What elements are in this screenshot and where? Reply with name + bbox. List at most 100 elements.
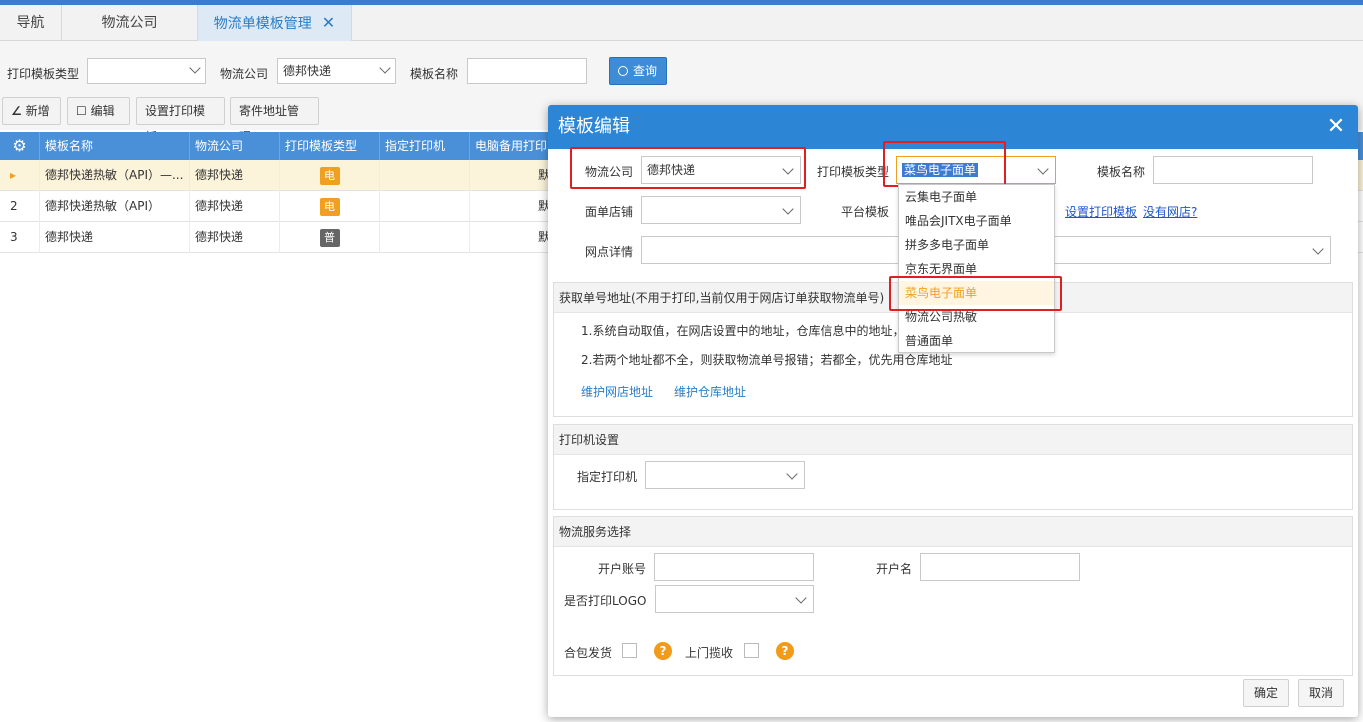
set-template-link[interactable]: 设置打印模板 [1065, 203, 1137, 220]
button-label: 取消 [1309, 686, 1334, 700]
button-label: 确定 [1254, 686, 1279, 700]
tab-label: 物流单模板管理 [213, 16, 312, 32]
dropdown-option[interactable]: 拼多多电子面单 [899, 233, 1054, 257]
company-label: 物流公司 [220, 67, 269, 81]
cell-template-name: 德邦快递 [40, 222, 190, 253]
maintain-warehouse-address-link[interactable]: 维护仓库地址 [674, 383, 746, 400]
shop-label: 面单店铺 [585, 205, 634, 219]
edit-icon: ☐ [76, 104, 87, 118]
tab-template-management[interactable]: 物流单模板管理 ✕ [198, 5, 352, 41]
chevron-down-icon [1037, 163, 1049, 175]
add-button[interactable]: ∠ 新增 [2, 97, 61, 125]
help-icon[interactable]: ? [776, 642, 794, 660]
printer-label: 指定打印机 [577, 470, 638, 484]
column-header[interactable]: 物流公司 [190, 132, 280, 160]
ok-button[interactable]: 确定 [1243, 679, 1290, 707]
filter-bar: 打印模板类型 物流公司 德邦快递 模板名称 查询 [0, 41, 1363, 94]
print-logo-select[interactable] [655, 585, 814, 613]
type-badge: 普 [319, 229, 340, 247]
edit-button[interactable]: ☐ 编辑 [67, 97, 130, 125]
template-name-label: 模板名称 [410, 67, 459, 81]
print-type-dropdown: 云集电子面单 唯品会JITX电子面单 拼多多电子面单 京东无界面单 菜鸟电子面单… [898, 184, 1055, 353]
help-icon[interactable]: ? [654, 642, 672, 660]
platform-template-label: 平台模板 [841, 205, 890, 219]
cell-printer [380, 191, 470, 222]
column-header[interactable]: 指定打印机 [380, 132, 470, 160]
row-index: 2 [0, 191, 40, 222]
holder-label: 开户名 [876, 562, 913, 576]
chevron-down-icon [189, 62, 201, 74]
no-shop-link[interactable]: 没有网店? [1143, 203, 1197, 220]
type-badge: 电 [319, 198, 340, 216]
button-label: 新增 [25, 104, 50, 118]
cell-company: 德邦快递 [190, 191, 280, 222]
row-index: 3 [0, 222, 40, 253]
dropdown-option[interactable]: 唯品会JITX电子面单 [899, 209, 1054, 233]
cell-company: 德邦快递 [190, 222, 280, 253]
select-value: 德邦快递 [283, 64, 332, 78]
cell-template-name: 德邦快递热敏（API） [40, 191, 190, 222]
query-button[interactable]: 查询 [609, 57, 667, 85]
template-name-input[interactable] [467, 58, 587, 84]
column-header[interactable]: 打印模板类型 [280, 132, 380, 160]
holder-input[interactable] [920, 553, 1080, 581]
highlight-box [889, 276, 1062, 311]
address-rule-1: 1.系统自动取值，在网店设置中的地址，仓库信息中的地址， [581, 324, 905, 338]
dialog-title: 模板编辑 [558, 116, 630, 137]
account-input[interactable] [654, 553, 814, 581]
sender-address-button[interactable]: 寄件地址管理 [230, 97, 319, 144]
chevron-down-icon [379, 62, 391, 74]
cell-company: 德邦快递 [190, 160, 280, 191]
merge-shipment-label: 合包发货 [564, 646, 613, 660]
pencil-icon: ∠ [11, 104, 22, 118]
close-icon[interactable]: ✕ [1324, 113, 1348, 141]
template-name-label: 模板名称 [1097, 165, 1146, 179]
chevron-down-icon [782, 203, 794, 215]
cell-printer [380, 222, 470, 253]
cell-backup: 默 [537, 168, 550, 182]
set-print-template-button[interactable]: 设置打印模板 [136, 97, 225, 144]
merge-shipment-checkbox[interactable] [622, 643, 637, 658]
cell-template-name: 德邦快递热敏（API）—... [40, 160, 190, 191]
button-label: 编辑 [90, 104, 115, 118]
chevron-down-icon [795, 592, 807, 604]
row-indicator: ▸ [0, 160, 40, 191]
cell-type: 电 [280, 160, 380, 191]
account-label: 开户账号 [598, 562, 647, 576]
close-tab-icon[interactable]: ✕ [322, 13, 335, 32]
type-badge: 电 [319, 167, 340, 185]
highlight-box [883, 141, 1006, 187]
section-title: 物流服务选择 [554, 517, 1352, 547]
chevron-down-icon [786, 468, 798, 480]
dropdown-option[interactable]: 云集电子面单 [899, 185, 1054, 209]
tab-bar: 导航 物流公司 物流单模板管理 ✕ [0, 5, 1363, 41]
print-type-select[interactable] [87, 58, 206, 84]
door-pickup-checkbox[interactable] [744, 643, 759, 658]
printer-select[interactable] [645, 461, 805, 489]
search-icon [618, 66, 628, 76]
address-rule-2: 2.若两个地址都不全，则获取物流单号报错；若都全，优先用仓库地址 [581, 353, 953, 367]
cell-backup: 默 [537, 230, 550, 244]
maintain-shop-address-link[interactable]: 维护网店地址 [581, 383, 653, 400]
cell-type: 普 [280, 222, 380, 253]
outlet-label: 网点详情 [585, 245, 634, 259]
shop-select[interactable] [641, 196, 801, 224]
settings-gear-icon[interactable]: ⚙ [0, 132, 40, 160]
tab-logistics-company[interactable]: 物流公司 [62, 5, 198, 41]
template-name-input[interactable] [1153, 156, 1313, 184]
dropdown-option[interactable]: 普通面单 [899, 329, 1054, 353]
print-type-label: 打印模板类型 [817, 165, 890, 179]
section-title: 打印机设置 [554, 425, 1352, 455]
button-label: 查询 [633, 64, 658, 78]
print-logo-label: 是否打印LOGO [564, 594, 647, 608]
door-pickup-label: 上门揽收 [685, 646, 734, 660]
column-header[interactable]: 模板名称 [40, 132, 190, 160]
company-select[interactable]: 德邦快递 [277, 58, 396, 84]
tab-navigation[interactable]: 导航 [0, 5, 62, 41]
print-type-label: 打印模板类型 [7, 67, 80, 81]
cancel-button[interactable]: 取消 [1298, 679, 1345, 707]
logistics-service-section: 物流服务选择 开户账号 开户名 是否打印LOGO 合包发货 ? 上门揽收 ? [553, 516, 1353, 676]
cell-printer [380, 160, 470, 191]
cell-type: 电 [280, 191, 380, 222]
cell-backup: 默 [537, 199, 550, 213]
